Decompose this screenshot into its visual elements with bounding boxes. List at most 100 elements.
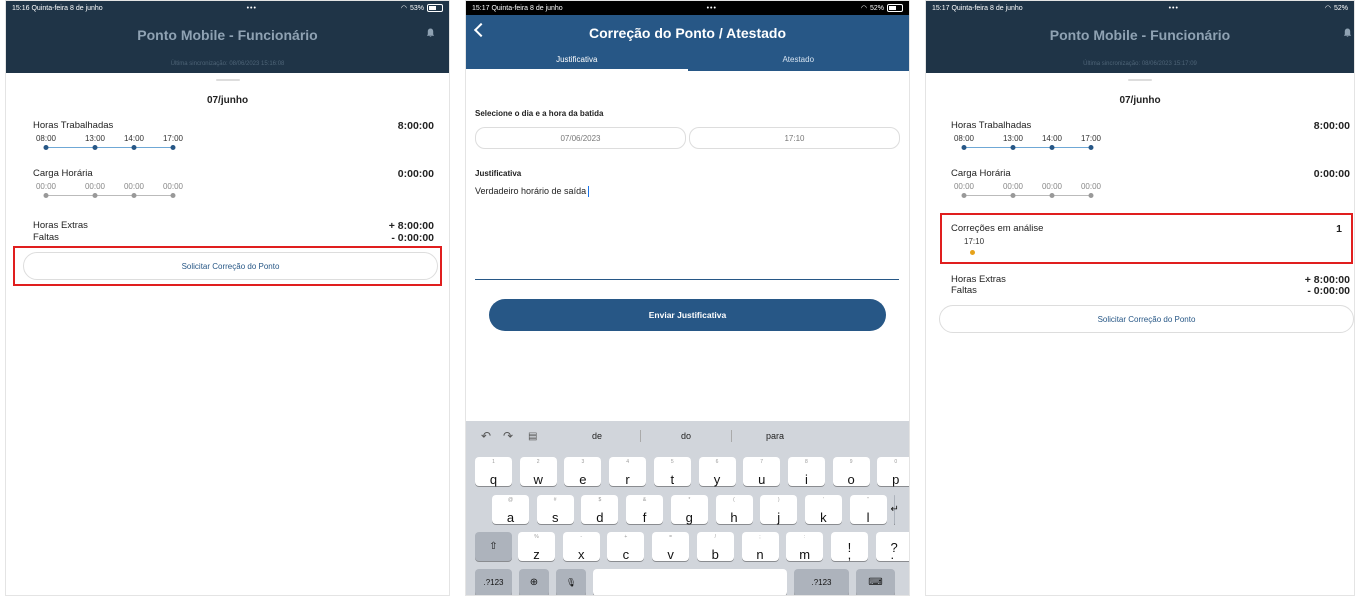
- key-row3-2[interactable]: + c: [607, 532, 645, 561]
- numbers-key[interactable]: .?123: [475, 569, 512, 595]
- key-alt-char: =: [669, 534, 673, 540]
- hide-keyboard-key[interactable]: ⌨: [856, 569, 895, 595]
- key-alt-char: ;: [759, 534, 761, 540]
- workload-timeline: 00:00 00:00 00:00 00:00: [951, 180, 1131, 202]
- key-char: l: [866, 510, 870, 525]
- tab-justificativa[interactable]: Justificativa: [466, 51, 688, 71]
- key-char: n: [756, 547, 764, 562]
- key-row3-5[interactable]: ; n: [741, 532, 779, 562]
- paste-icon[interactable]: ▤: [528, 431, 537, 442]
- text-cursor: [588, 186, 590, 198]
- tab-atestado[interactable]: Atestado: [688, 51, 910, 71]
- redo-icon[interactable]: ↷: [503, 429, 513, 443]
- key-u[interactable]: 7u: [743, 457, 781, 486]
- tab-bar: Justificativa Atestado: [466, 51, 909, 71]
- suggestion-divider: [731, 430, 732, 442]
- workload-value: 0:00:00: [1313, 168, 1350, 180]
- space-key[interactable]: [593, 569, 787, 595]
- key-o[interactable]: 9o: [832, 457, 870, 486]
- key-q[interactable]: 1q: [475, 457, 512, 486]
- suggestion-item[interactable]: do: [681, 431, 691, 441]
- sheet-grabber[interactable]: [215, 79, 240, 81]
- key-row3-7[interactable]: ! ,: [830, 532, 868, 561]
- key-j[interactable]: ) j: [760, 495, 798, 525]
- multitask-dots[interactable]: •••: [1023, 5, 1325, 12]
- absence-row: Faltas - 0:00:00: [6, 232, 449, 244]
- key-s[interactable]: # s: [536, 495, 574, 524]
- app-title: Ponto Mobile - Funcionário: [137, 27, 318, 43]
- request-correction-button[interactable]: Solicitar Correção do Ponto: [939, 305, 1354, 333]
- workload-row: Carga Horária 0:00:00: [6, 168, 449, 180]
- send-justification-button[interactable]: Enviar Justificativa: [489, 299, 886, 331]
- suggestion-divider: [640, 430, 641, 442]
- screen-title: Correção do Ponto / Atestado: [588, 25, 787, 41]
- key-alt-char: 9: [849, 459, 853, 465]
- key-row3-8[interactable]: ? .: [875, 532, 909, 561]
- key-g[interactable]: * g: [670, 495, 708, 524]
- key-a[interactable]: @ a: [492, 495, 529, 524]
- key-t[interactable]: 5t: [653, 457, 691, 486]
- worked-hours-row: Horas Trabalhadas 8:00:00: [6, 120, 449, 132]
- key-r[interactable]: 4r: [609, 457, 647, 486]
- suggestion-item[interactable]: para: [766, 431, 784, 441]
- key-alt-char: 5: [670, 459, 674, 465]
- key-char: z: [533, 547, 540, 562]
- key-h[interactable]: (h: [715, 495, 753, 524]
- key-w[interactable]: 2w: [519, 457, 557, 487]
- key-e[interactable]: 3e: [564, 457, 602, 486]
- multitask-dots[interactable]: •••: [563, 5, 861, 12]
- absence-row: Faltas - 0:00:00: [926, 285, 1354, 297]
- key-row3-1[interactable]: -x: [562, 532, 600, 562]
- key-alt-char: (: [733, 497, 735, 503]
- suggestion-item[interactable]: de: [592, 431, 602, 441]
- load-dot: [1049, 193, 1055, 198]
- key-f[interactable]: & f: [626, 495, 664, 524]
- worked-hours-value: 8:00:00: [397, 120, 434, 132]
- key-row3-4[interactable]: / b: [696, 532, 734, 561]
- back-chevron-icon[interactable]: [473, 22, 489, 38]
- date-field[interactable]: 07/06/2023: [475, 127, 686, 149]
- punch-dot: [1010, 145, 1016, 150]
- key-char: y: [713, 472, 721, 487]
- punch-time: 14:00: [1041, 134, 1063, 143]
- key-p[interactable]: 0p: [877, 457, 909, 486]
- sheet-grabber[interactable]: [1128, 79, 1152, 81]
- key-char: ⌨: [868, 577, 883, 588]
- absence-label: Faltas: [33, 232, 59, 243]
- return-key[interactable]: ↵: [890, 495, 899, 524]
- punch-dot: [43, 145, 49, 150]
- key-char: w: [533, 472, 543, 487]
- shift-left-key[interactable]: ⇧: [475, 532, 512, 561]
- key-row3-3[interactable]: = v: [652, 532, 690, 561]
- justification-text: Verdadeiro horário de saída: [475, 186, 587, 196]
- multitask-dots[interactable]: •••: [103, 5, 401, 12]
- worked-hours-value: 8:00:00: [1313, 120, 1350, 132]
- sync-info: Última sincronização: 08/06/2023 15:16:0…: [170, 61, 285, 67]
- key-i[interactable]: 8i: [787, 457, 825, 486]
- load-dot: [131, 193, 137, 198]
- key-k[interactable]: ' k: [804, 495, 842, 524]
- key-y[interactable]: 6y: [698, 457, 736, 487]
- key-row3-6[interactable]: :m: [786, 532, 824, 561]
- key-char: j: [777, 510, 781, 525]
- globe-key[interactable]: ⊕: [519, 569, 549, 595]
- workload-label: Carga Horária: [33, 168, 93, 179]
- header: 15:17 Quinta-feira 8 de junho ••• ◠ 52% P…: [926, 1, 1354, 73]
- undo-icon[interactable]: ↶: [481, 429, 491, 443]
- key-row3-0[interactable]: % z: [518, 532, 555, 561]
- pending-corrections-count: 1: [1336, 223, 1342, 235]
- status-time: 15:17: [472, 4, 490, 12]
- key-d[interactable]: $ d: [581, 495, 619, 524]
- battery-level: 52%: [1333, 4, 1348, 12]
- time-field[interactable]: 17:10: [689, 127, 900, 149]
- justification-textarea[interactable]: Verdadeiro horário de saída: [475, 186, 590, 198]
- app-title: Ponto Mobile - Funcionário: [1049, 27, 1231, 43]
- bell-icon[interactable]: [1343, 28, 1352, 38]
- bell-icon[interactable]: [426, 28, 435, 38]
- numbers-key-right[interactable]: .?123: [794, 569, 849, 595]
- textarea-underline: [475, 279, 899, 280]
- key-l[interactable]: " l: [849, 495, 887, 525]
- worked-hours-row: Horas Trabalhadas 8:00:00: [926, 120, 1354, 132]
- key-char: x: [577, 547, 585, 562]
- dictation-key[interactable]: 🎙: [556, 569, 586, 595]
